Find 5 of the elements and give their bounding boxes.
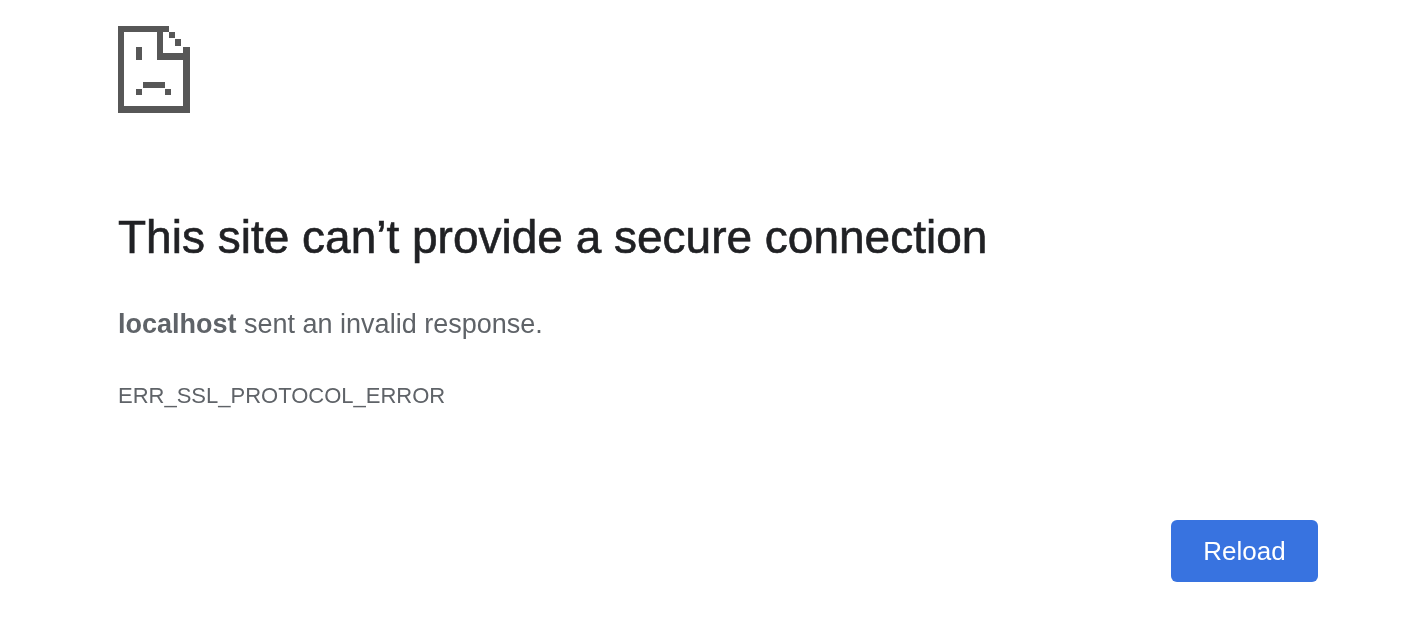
error-code: ERR_SSL_PROTOCOL_ERROR bbox=[118, 383, 446, 409]
reload-button[interactable]: Reload bbox=[1171, 520, 1318, 582]
error-message: localhost sent an invalid response. bbox=[118, 308, 543, 340]
sad-page-icon bbox=[118, 26, 190, 113]
error-heading: This site can’t provide a secure connection bbox=[118, 211, 988, 264]
